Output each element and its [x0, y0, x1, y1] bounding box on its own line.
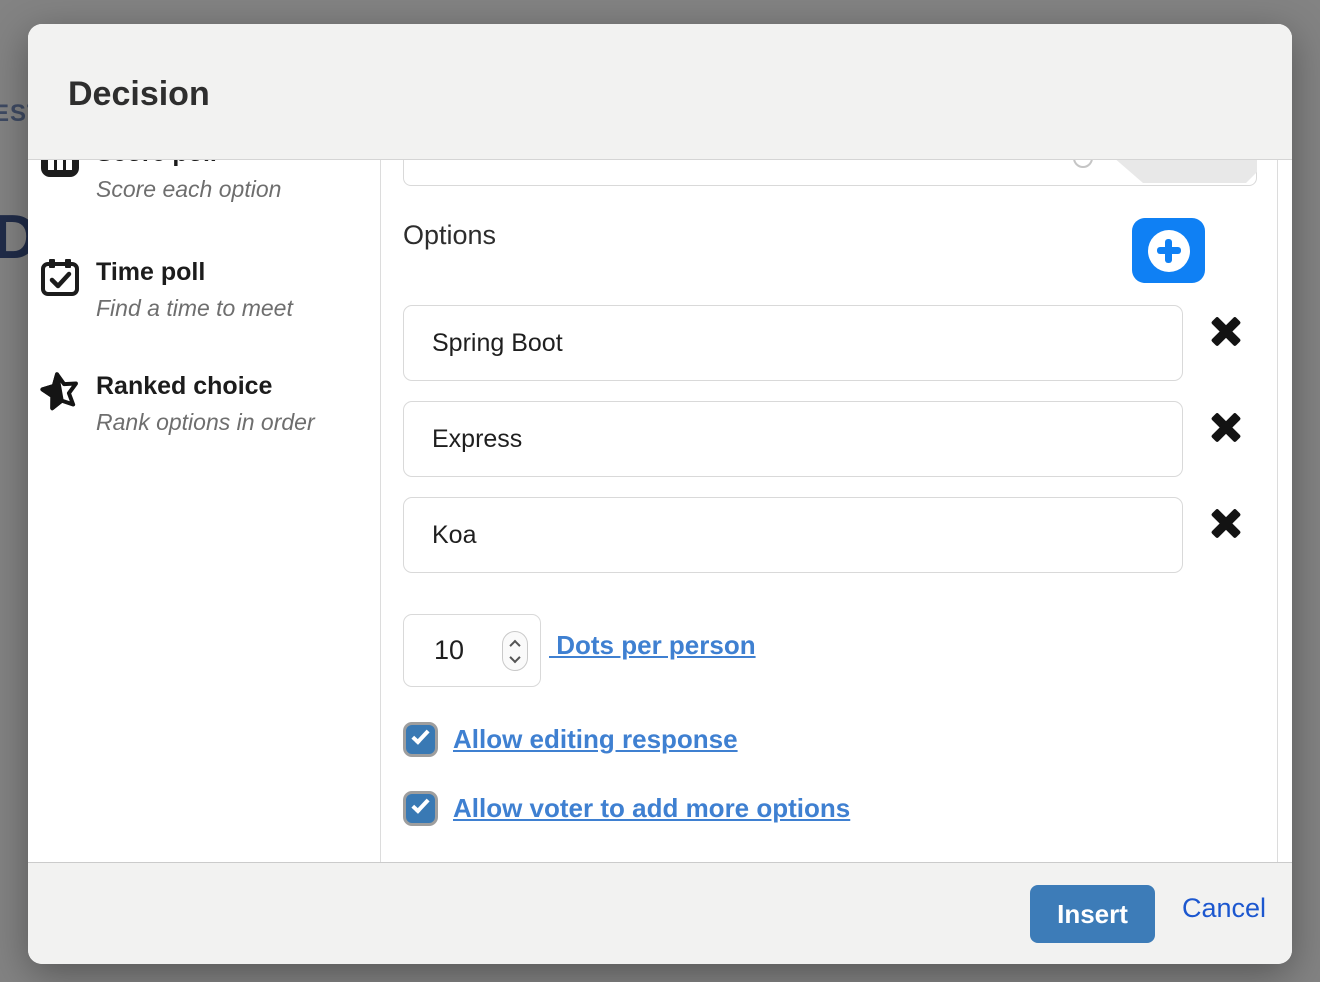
check-icon	[411, 726, 429, 745]
allow-add-options-checkbox[interactable]	[403, 791, 438, 826]
sidebar-item-time-poll[interactable]: Time poll Find a time to meet	[40, 257, 370, 323]
sidebar-item-text: Score poll Score each option	[96, 160, 281, 204]
sidebar-item-text: Ranked choice Rank options in order	[96, 371, 315, 437]
score-poll-icon	[40, 160, 80, 178]
chevron-down-icon	[509, 651, 520, 662]
modal-title: Decision	[68, 75, 1292, 114]
sidebar-item-description: Score each option	[96, 174, 281, 204]
sidebar-item-label: Score poll	[96, 160, 281, 168]
modal-body: Score poll Score each option Time poll F…	[28, 160, 1292, 862]
option-input-2[interactable]	[403, 401, 1183, 477]
sidebar-item-description: Find a time to meet	[96, 293, 293, 323]
insert-button[interactable]: Insert	[1030, 885, 1155, 943]
remove-option-2-button[interactable]	[1203, 404, 1249, 450]
allow-add-options-label[interactable]: Allow voter to add more options	[453, 791, 850, 826]
decision-modal: Decision Score poll Score each option	[28, 24, 1292, 964]
dots-per-person-field	[403, 614, 541, 687]
option-input-3[interactable]	[403, 497, 1183, 573]
dots-per-person-label[interactable]: Dots per person	[549, 628, 756, 662]
poll-type-sidebar: Score poll Score each option Time poll F…	[28, 160, 380, 862]
sidebar-item-ranked-choice[interactable]: Ranked choice Rank options in order	[40, 371, 370, 437]
page: { "background": { "clipped_text_upper": …	[0, 0, 1320, 982]
remove-option-3-button[interactable]	[1203, 500, 1249, 546]
number-stepper[interactable]	[502, 631, 528, 671]
sidebar-item-score-poll[interactable]: Score poll Score each option	[40, 160, 370, 204]
modal-header: Decision	[28, 24, 1292, 160]
poll-settings-panel: Options	[380, 160, 1278, 862]
options-section-label: Options	[403, 220, 496, 251]
time-poll-icon	[40, 257, 80, 297]
sidebar-item-text: Time poll Find a time to meet	[96, 257, 293, 323]
chevron-up-icon	[509, 639, 520, 650]
add-option-button[interactable]	[1132, 218, 1205, 283]
plus-icon	[1148, 230, 1190, 272]
ranked-choice-icon	[40, 371, 80, 411]
option-input-1[interactable]	[403, 305, 1183, 381]
sidebar-item-description: Rank options in order	[96, 407, 315, 437]
cancel-button[interactable]: Cancel	[1182, 893, 1266, 924]
allow-editing-checkbox[interactable]	[403, 722, 438, 757]
sidebar-item-label: Ranked choice	[96, 371, 315, 401]
dots-per-person-input[interactable]	[404, 615, 484, 686]
check-icon	[411, 795, 429, 814]
remove-option-1-button[interactable]	[1203, 308, 1249, 354]
modal-footer: Insert Cancel	[28, 862, 1292, 964]
allow-editing-label[interactable]: Allow editing response	[453, 722, 738, 757]
sidebar-item-label: Time poll	[96, 257, 293, 287]
